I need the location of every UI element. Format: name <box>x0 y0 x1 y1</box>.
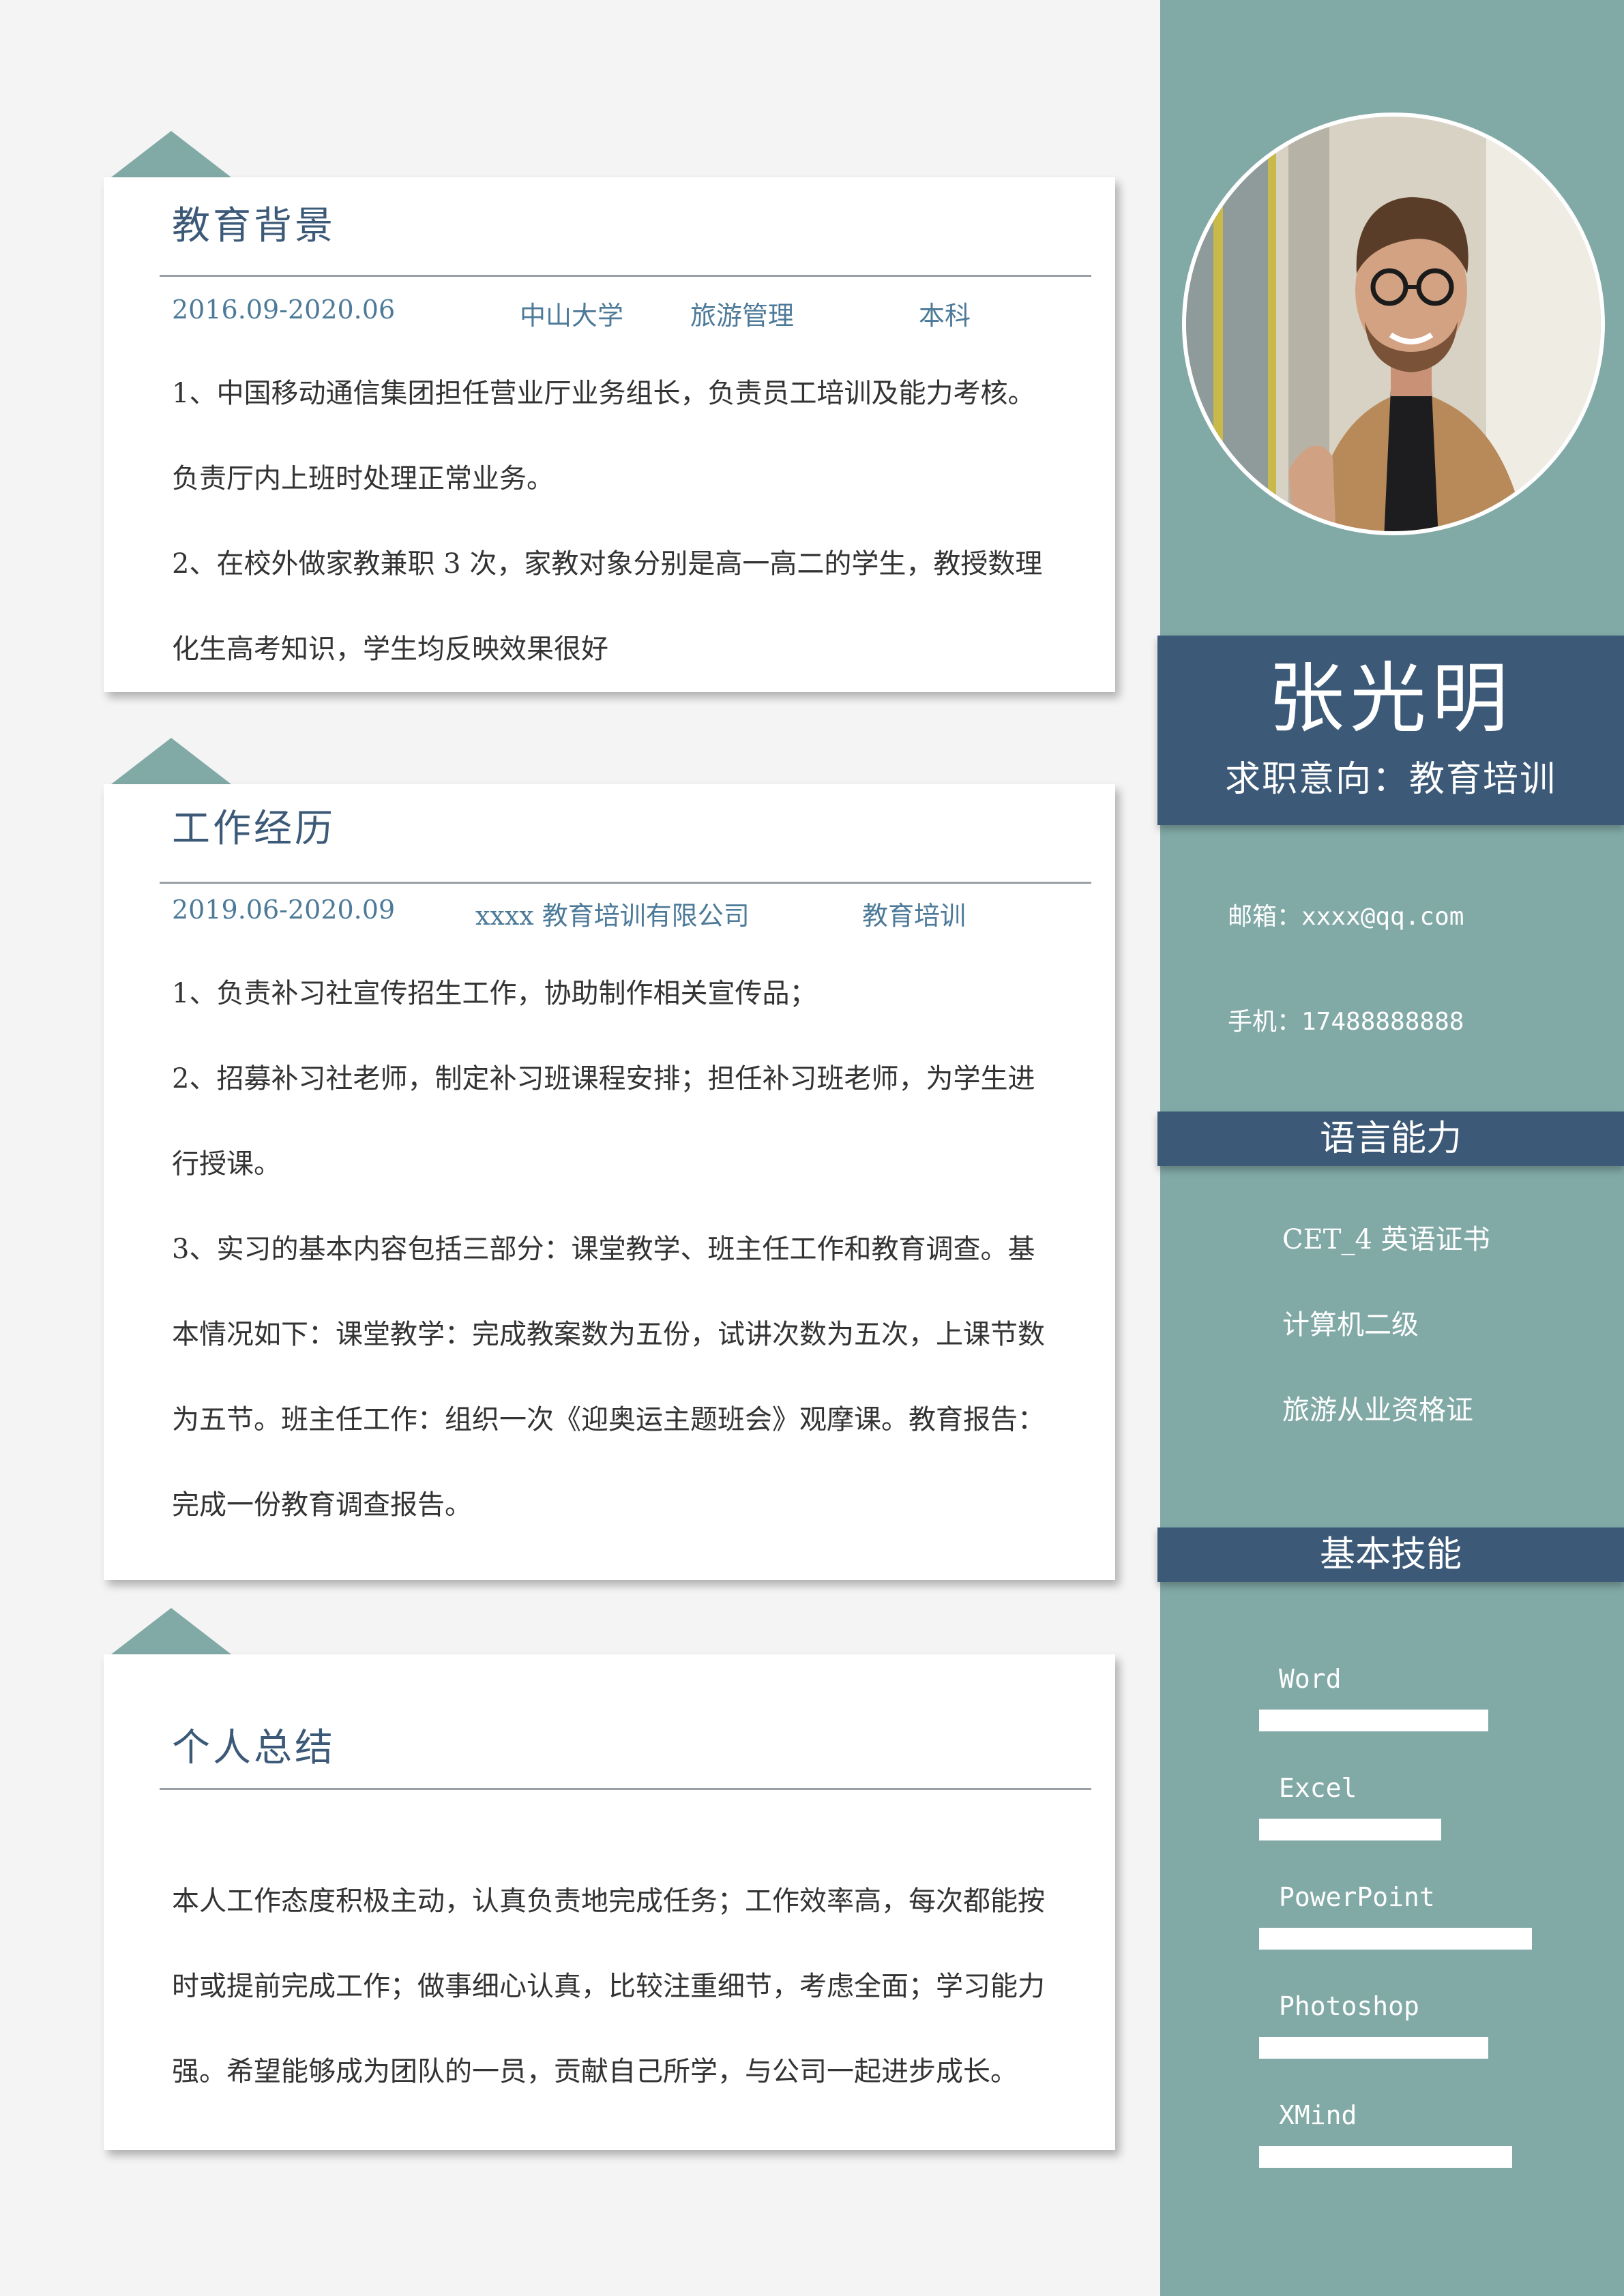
skill-label: Word <box>1279 1664 1342 1694</box>
education-line: 2、在校外做家教兼职 3 次，家教对象分别是高一高二的学生，教授数理 <box>172 548 1043 580</box>
email-text: 邮箱：xxxx@qq.com <box>1228 903 1464 931</box>
skill-label: PowerPoint <box>1279 1882 1435 1912</box>
skill-label: XMind <box>1279 2100 1357 2130</box>
work-period: 2019.06-2020.09 <box>172 895 396 925</box>
skill-level-bar <box>1259 1819 1441 1840</box>
language-section-title: 语言能力 <box>1157 1112 1624 1166</box>
skill-label: Excel <box>1279 1773 1357 1803</box>
work-company: xxxx 教育培训有限公司 <box>475 901 750 931</box>
summary-line: 本人工作态度积极主动，认真负责地完成任务；工作效率高，每次都能按 <box>172 1885 1045 1917</box>
section-triangle-decoration <box>111 1608 231 1654</box>
summary-title: 个人总结 <box>172 1726 336 1770</box>
section-divider <box>160 1788 1091 1790</box>
work-line: 1、负责补习社宣传招生工作，协助制作相关宣传品； <box>172 978 817 1009</box>
work-line: 行授课。 <box>172 1148 281 1180</box>
education-degree: 本科 <box>919 301 971 331</box>
phone-text: 手机：17488888888 <box>1228 1008 1464 1036</box>
education-school: 中山大学 <box>520 301 624 331</box>
section-divider <box>160 882 1091 884</box>
work-position: 教育培训 <box>862 901 966 931</box>
skill-level-bar <box>1259 1710 1488 1731</box>
section-triangle-decoration <box>111 131 231 177</box>
education-line: 1、中国移动通信集团担任营业厅业务组长，负责员工培训及能力考核。 <box>172 378 1035 409</box>
candidate-name: 张光明 <box>1268 655 1514 743</box>
summary-line: 强。希望能够成为团队的一员，贡献自己所学，与公司一起进步成长。 <box>172 2056 1018 2087</box>
skills-section-title: 基本技能 <box>1157 1527 1624 1582</box>
work-title: 工作经历 <box>172 807 336 851</box>
work-line: 3、实习的基本内容包括三部分：课堂教学、班主任工作和教育调查。基 <box>172 1234 1035 1265</box>
section-divider <box>160 275 1091 277</box>
work-line: 2、招募补习社老师，制定补习班课程安排；担任补习班老师，为学生进 <box>172 1063 1035 1094</box>
work-line: 完成一份教育调查报告。 <box>172 1489 472 1521</box>
summary-line: 时或提前完成工作；做事细心认真，比较注重细节，考虑全面；学习能力 <box>172 1971 1045 2002</box>
work-line: 为五节。班主任工作：组织一次《迎奥运主题班会》观摩课。教育报告： <box>172 1404 1045 1435</box>
portrait-photo-icon <box>1186 117 1601 531</box>
skill-level-bar <box>1259 2037 1488 2059</box>
education-line: 化生高考知识，学生均反映效果很好 <box>172 633 608 665</box>
summary-card: 个人总结 本人工作态度积极主动，认真负责地完成任务；工作效率高，每次都能按 时或… <box>104 1654 1115 2150</box>
education-title: 教育背景 <box>172 204 336 248</box>
work-card: 工作经历 2019.06-2020.09 xxxx 教育培训有限公司 教育培训 … <box>104 784 1115 1580</box>
language-item: 计算机二级 <box>1282 1309 1419 1341</box>
education-card: 教育背景 2016.09-2020.06 中山大学 旅游管理 本科 1、中国移动… <box>104 177 1115 692</box>
section-triangle-decoration <box>111 738 231 784</box>
skill-level-bar <box>1259 1928 1532 1950</box>
skill-level-bar <box>1259 2146 1512 2168</box>
education-major: 旅游管理 <box>690 301 795 331</box>
language-item: 旅游从业资格证 <box>1282 1395 1473 1426</box>
education-line: 负责厅内上班时处理正常业务。 <box>172 463 554 494</box>
job-objective: 求职意向：教育培训 <box>1224 759 1556 800</box>
education-period: 2016.09-2020.06 <box>172 295 396 325</box>
skill-label: Photoshop <box>1279 1991 1419 2021</box>
work-line: 本情况如下：课堂教学：完成教案数为五份，试讲次数为五次，上课节数 <box>172 1319 1045 1350</box>
language-item: CET_4 英语证书 <box>1282 1224 1490 1255</box>
profile-photo <box>1182 113 1605 535</box>
